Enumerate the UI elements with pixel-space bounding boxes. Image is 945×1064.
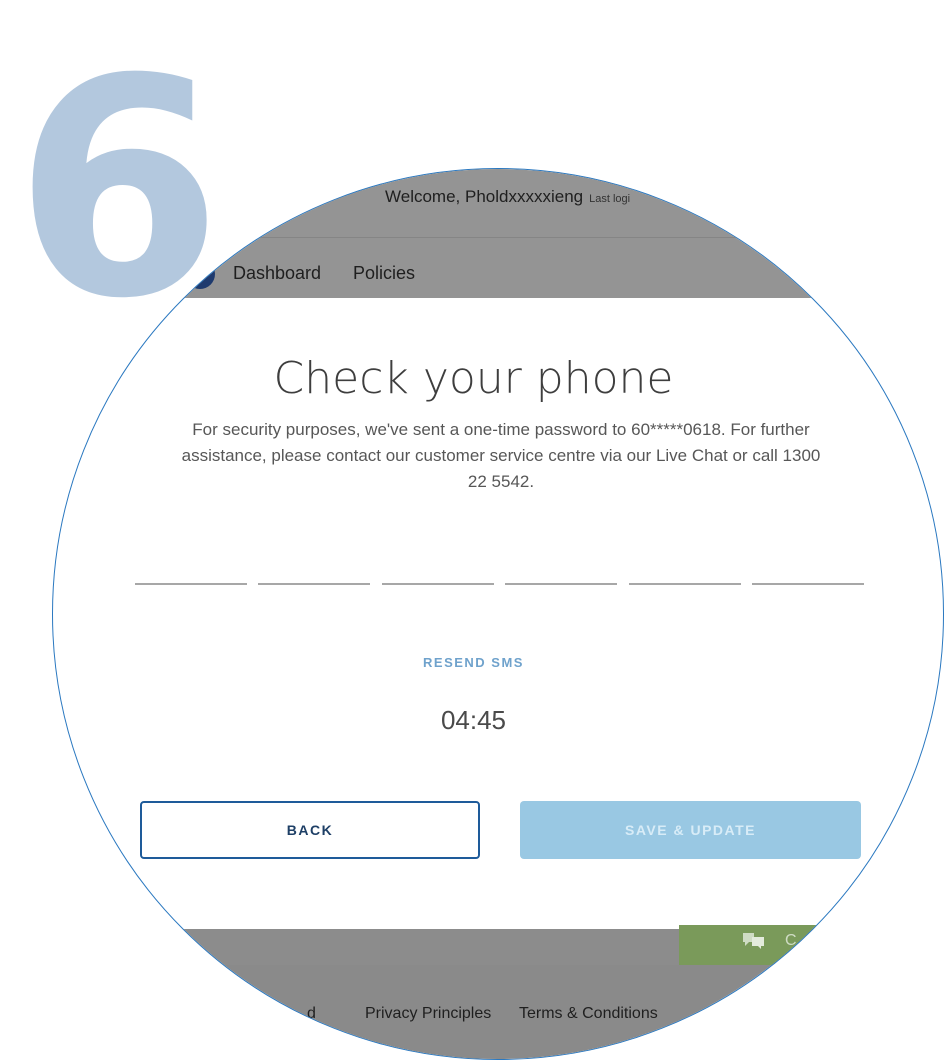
otp-digit-6-input[interactable]	[752, 583, 864, 585]
otp-input-row	[135, 583, 865, 585]
footer-link-partial[interactable]: d	[307, 1005, 316, 1023]
welcome-label: Welcome, Pholdxxxxxieng	[385, 187, 584, 206]
nav-item-policies[interactable]: Policies	[353, 263, 415, 284]
modal-description: For security purposes, we've sent a one-…	[181, 420, 821, 491]
save-update-button[interactable]: SAVE & UPDATE	[520, 801, 861, 859]
magnified-lens: Welcome, Pholdxxxxxieng Last logi Dashboa…	[52, 168, 944, 1060]
otp-digit-1-input[interactable]	[135, 583, 247, 585]
otp-digit-3-input[interactable]	[382, 583, 494, 585]
welcome-text: Welcome, Pholdxxxxxieng Last logi	[385, 187, 630, 207]
back-button[interactable]: BACK	[140, 801, 480, 859]
brand-logo-icon[interactable]	[185, 259, 215, 289]
live-chat-button[interactable]	[679, 925, 879, 965]
otp-digit-2-input[interactable]	[258, 583, 370, 585]
nav-item-dashboard[interactable]: Dashboard	[233, 263, 321, 284]
footer	[53, 965, 943, 1059]
footer-link-terms-conditions[interactable]: Terms & Conditions	[519, 1005, 658, 1023]
resend-sms-link[interactable]: RESEND SMS	[53, 655, 943, 670]
last-login-label: Last logi	[589, 193, 631, 205]
otp-digit-5-input[interactable]	[629, 583, 741, 585]
live-chat-label: C	[785, 932, 797, 949]
chat-bubble-icon	[743, 933, 764, 949]
countdown-timer: 04:45	[440, 705, 507, 735]
otp-digit-4-input[interactable]	[505, 583, 617, 585]
modal-title: Check your phone	[273, 353, 674, 404]
footer-link-privacy-principles[interactable]: Privacy Principles	[365, 1005, 491, 1023]
